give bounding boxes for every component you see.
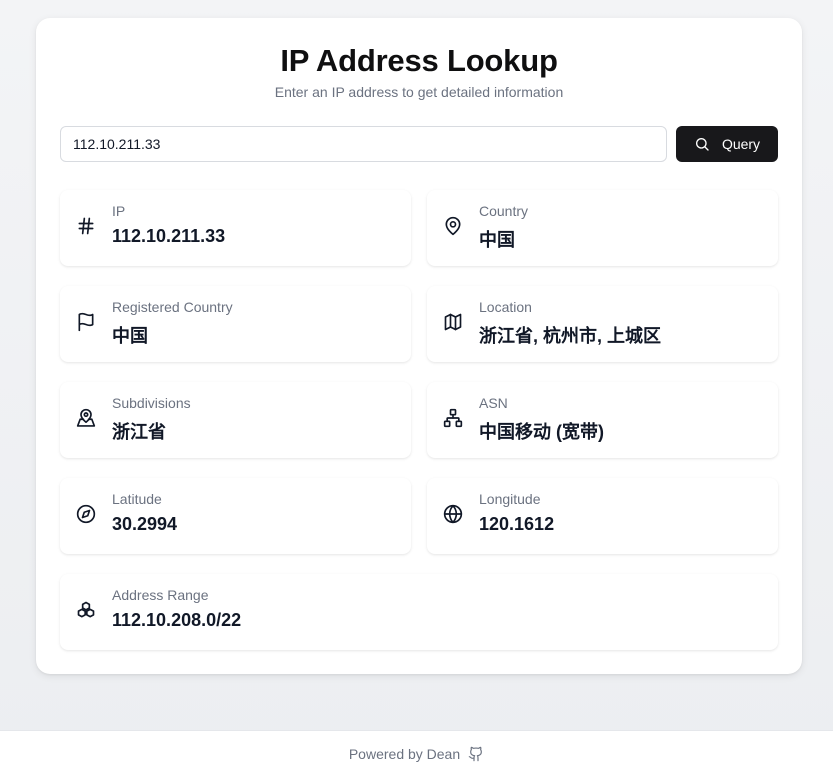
- search-row: Query: [60, 126, 778, 162]
- globe-icon: [443, 504, 463, 524]
- result-card-location: Location 浙江省, 杭州市, 上城区: [427, 286, 778, 362]
- flag-icon: [76, 312, 96, 332]
- query-button-label: Query: [721, 136, 761, 152]
- result-value: 中国: [112, 326, 148, 346]
- page: IP Address Lookup Enter an IP address to…: [0, 0, 833, 777]
- result-card-address-range: Address Range 112.10.208.0/22: [60, 574, 778, 650]
- result-label: Address Range: [112, 587, 209, 603]
- result-card-subdivisions: Subdivisions 浙江省: [60, 382, 411, 458]
- result-label: Latitude: [112, 491, 162, 507]
- result-value: 30.2994: [112, 514, 178, 534]
- result-card-latitude: Latitude 30.2994: [60, 478, 411, 554]
- result-card-ip: IP 112.10.211.33: [60, 190, 411, 266]
- lookup-card: IP Address Lookup Enter an IP address to…: [36, 18, 802, 674]
- result-label: Registered Country: [112, 299, 233, 315]
- map-icon: [443, 312, 463, 332]
- ip-input[interactable]: [60, 126, 667, 162]
- result-value: 112.10.211.33: [112, 226, 226, 246]
- result-label: IP: [112, 203, 126, 219]
- boxes-icon: [76, 600, 96, 620]
- result-card-country: Country 中国: [427, 190, 778, 266]
- github-icon[interactable]: [468, 746, 484, 762]
- page-title: IP Address Lookup: [280, 43, 558, 78]
- result-card-asn: ASN 中国移动 (宽带): [427, 382, 778, 458]
- result-card-longitude: Longitude 120.1612: [427, 478, 778, 554]
- result-value: 浙江省, 杭州市, 上城区: [479, 326, 662, 346]
- result-card-registered-country: Registered Country 中国: [60, 286, 411, 362]
- page-subtitle: Enter an IP address to get detailed info…: [274, 84, 564, 100]
- result-label: Location: [479, 299, 532, 315]
- compass-icon: [76, 504, 96, 524]
- network-icon: [443, 408, 463, 428]
- result-label: Country: [479, 203, 529, 219]
- query-button[interactable]: Query: [676, 126, 778, 162]
- footer-text: Powered by Dean: [348, 746, 461, 762]
- footer: Powered by Dean: [0, 730, 833, 777]
- hash-icon: [76, 216, 96, 236]
- result-label: ASN: [479, 395, 508, 411]
- search-icon: [694, 136, 710, 152]
- result-label: Subdivisions: [112, 395, 191, 411]
- result-value: 112.10.208.0/22: [112, 610, 242, 630]
- result-value: 浙江省: [112, 422, 166, 442]
- result-label: Longitude: [479, 491, 541, 507]
- map-pin-user-icon: [76, 408, 96, 428]
- map-pin-icon: [443, 216, 463, 236]
- result-value: 中国移动 (宽带): [479, 422, 604, 442]
- result-value: 120.1612: [479, 514, 555, 534]
- result-value: 中国: [479, 230, 515, 250]
